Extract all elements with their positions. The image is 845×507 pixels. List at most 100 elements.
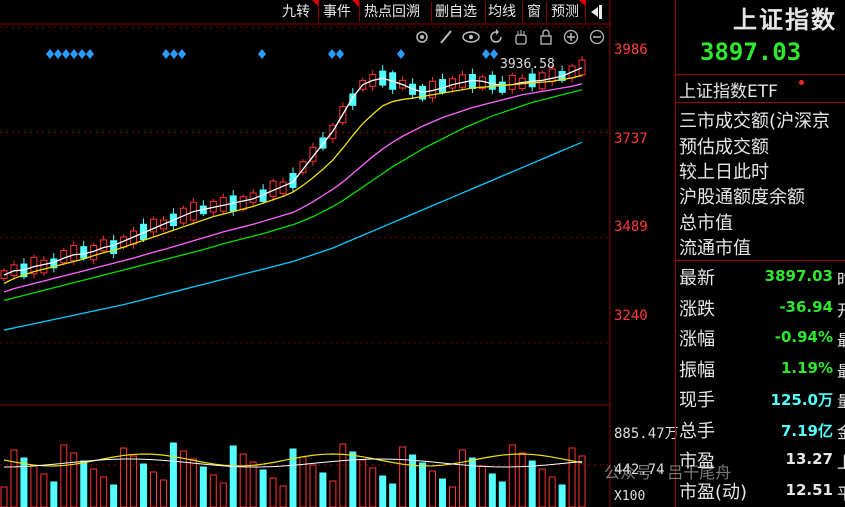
stat-suffix: 上 [837,449,845,473]
high-price-marker: 3936.58 [500,57,555,72]
info-row-northbound: 沪股通额度余额 [679,187,805,208]
panel-border [675,0,676,507]
candle-body [80,246,88,259]
stat-label: 振幅 [679,359,715,381]
tab-forecast[interactable]: 预测 [551,0,579,24]
volume-bar [189,458,197,507]
volume-bar [538,468,546,507]
volume-bar [389,483,397,507]
tab-moving-average[interactable]: 均线 [488,0,516,24]
signal-diamond [162,49,170,59]
stat-suffix: 最 [837,358,845,382]
kline-chart[interactable] [0,0,611,507]
signal-diamond [482,49,490,59]
candle-body [448,78,456,89]
candle-body [528,73,536,88]
hand-icon[interactable] [513,29,529,45]
info-row-float-cap: 流通市值 [679,238,751,259]
stat-value: 125.0万 [770,391,833,409]
y-tick-label-3737: 3737 [614,131,648,147]
tab-window[interactable]: 窗 [527,0,541,24]
stat-suffix: 最 [837,327,845,351]
eye-icon[interactable] [462,29,480,45]
index-title: 上证指数 [733,6,837,34]
volume-bar [179,450,187,507]
volume-bar [528,460,536,507]
toolbar-divider [431,2,432,22]
chart-toolbar: 九转 事件 热点回溯 删自选 均线 窗 预测 [276,0,611,24]
flag-events [352,0,359,7]
y-tick-label-3240: 3240 [614,308,648,324]
tab-remove-favorite[interactable]: 删自选 [435,0,477,24]
stat-suffix: 开 [837,297,845,321]
volume-bar [80,460,88,507]
volume-bar [269,477,277,507]
stat-suffix: 时 [837,266,845,290]
volume-bar [498,481,506,507]
candle-body [239,196,247,210]
signal-diamond [54,49,62,59]
volume-bar [518,452,526,507]
volume-bar [60,444,68,507]
volume-unit-label: X100 [614,489,646,504]
stat-suffix: 平 [837,480,845,504]
kline-chart-area[interactable] [0,0,611,507]
tab-jiuzhuan[interactable]: 九转 [282,0,310,24]
zoom-out-icon[interactable] [589,29,605,45]
volume-bar [50,481,58,507]
signal-diamond [46,49,54,59]
zoom-in-icon[interactable] [563,29,579,45]
volume-bar [409,454,417,507]
refresh-icon[interactable] [488,29,504,45]
volume-bar [110,484,118,507]
toolbar-divider [359,2,360,22]
volume-bar [259,469,267,507]
volume-bar [40,473,48,507]
candle-body [70,244,78,262]
stat-label: 涨幅 [679,329,715,350]
pen-icon[interactable] [438,29,454,45]
candle-body [488,74,496,90]
volume-bar [548,476,556,507]
stat-suffix: 金 [837,419,845,443]
volume-bar [369,467,377,507]
volume-bar [339,443,347,507]
volume-bar [219,482,227,507]
signal-diamond [336,49,344,59]
stat-label: 总手 [679,420,715,442]
lock-icon[interactable] [538,29,554,45]
tab-events[interactable]: 事件 [323,0,351,24]
stat-value: 1.19% [780,358,833,377]
volume-bar [149,471,157,507]
stat-value: -36.94 [779,297,833,316]
stat-value: 7.19亿 [780,421,833,440]
settings-icon[interactable] [414,29,430,45]
exit-icon[interactable] [590,4,606,20]
candle-body [269,180,277,197]
signal-diamond [490,49,498,59]
volume-bar [309,464,317,507]
stat-label: 涨跌 [679,298,715,320]
candle-body [90,244,98,261]
signal-diamond [397,49,405,59]
volume-bar [20,457,28,507]
stat-value: -0.94% [774,328,833,346]
stat-label: 最新 [679,268,715,289]
etf-link[interactable]: 上证指数ETF [679,77,778,102]
volume-bar [448,486,456,507]
stat-value: 13.27 [785,450,833,468]
volume-bar [229,445,237,507]
candle-body [578,59,586,76]
signal-diamond [70,49,78,59]
volume-bar [558,484,566,507]
volume-bar [279,485,287,507]
info-row-market-cap: 总市值 [679,213,733,234]
candle-body [289,172,297,188]
candle-body [40,259,48,274]
divider [675,102,845,103]
divider [675,74,845,75]
quote-panel: 上证指数 3897.03 上证指数ETF 三市成交额(沪深京 预估成交额 较上日… [675,0,845,507]
volume-bar [169,442,177,507]
tab-hotspot-review[interactable]: 热点回溯 [364,0,420,24]
signal-diamond [258,49,266,59]
